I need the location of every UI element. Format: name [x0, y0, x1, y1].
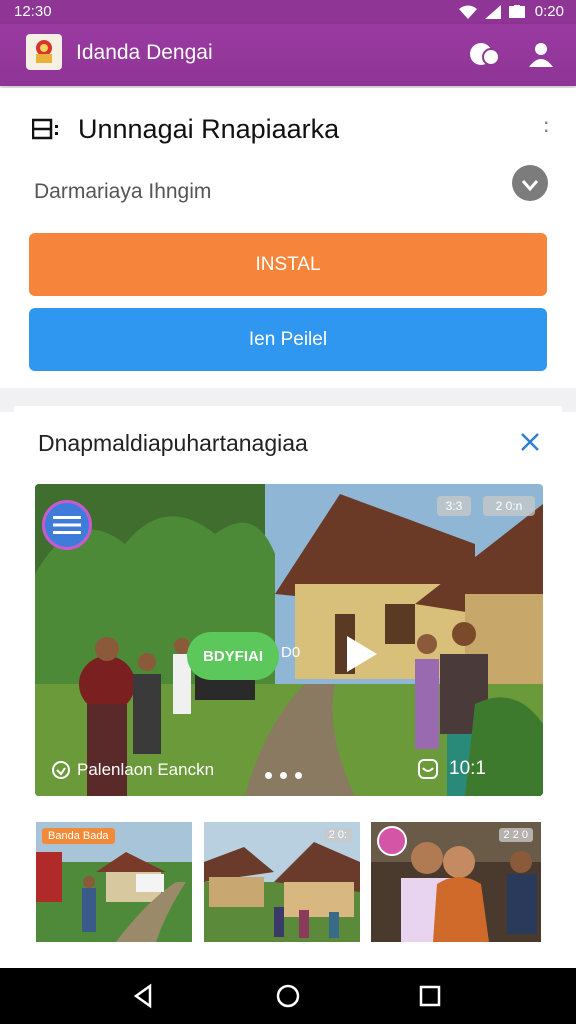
media-card: Dnapmaldiapuhartanagiaa 3:3 2 0:n BDYFIA…	[14, 406, 562, 966]
close-icon[interactable]	[518, 430, 542, 454]
chat-icon	[470, 43, 499, 66]
status-time: 12:30	[14, 3, 52, 20]
status-time-right: 0:20	[534, 3, 564, 20]
app-title: Idanda Dengai	[76, 41, 213, 64]
install-button[interactable]: INSTAL	[29, 233, 547, 296]
status-icons: 0:20	[458, 3, 564, 20]
account-icon-button[interactable]	[525, 38, 557, 70]
app-bar: Idanda Dengai	[0, 24, 576, 86]
menu-icon[interactable]	[42, 500, 92, 550]
hero-caption: Palenlaon Eanckn	[51, 760, 214, 780]
signal-icon	[484, 4, 501, 19]
app-logo[interactable]	[26, 34, 62, 70]
home-icon[interactable]	[274, 982, 302, 1010]
thumbnail-count: 2 2 0	[498, 828, 533, 842]
thumbnail-1[interactable]: Banda Bada	[36, 822, 192, 942]
play-icon[interactable]	[347, 636, 377, 672]
chat-icon-button[interactable]	[468, 38, 500, 70]
hero-pill-button[interactable]: BDYFIAI	[187, 632, 279, 680]
thumbnail-count: 2 0:	[323, 828, 352, 842]
hero-caption-text: Palenlaon Eanckn	[77, 760, 215, 779]
secondary-button[interactable]: Ien Peilel	[29, 308, 547, 371]
village-scene-image	[35, 484, 543, 796]
thumbnail-badge: Banda Bada	[42, 828, 115, 844]
account-icon	[529, 43, 553, 67]
hero-video[interactable]: 3:3 2 0:n BDYFIAI D0 Palenlaon Eanckn 10…	[35, 484, 543, 796]
section-title: Dnapmaldiapuhartanagiaa	[38, 430, 308, 456]
hero-meta: 10:1	[417, 758, 486, 780]
battery-icon	[508, 4, 525, 18]
temple-logo-icon	[36, 40, 52, 63]
grid-icon	[32, 118, 58, 140]
app-subtitle: Darmariaya Ihngim	[34, 180, 212, 203]
hero-badge-a: 3:3	[437, 496, 471, 516]
app-info-card: Unnnagai Rnapiaarka · · Darmariaya Ihngim…	[0, 88, 576, 388]
status-bar: 12:30 0:20	[0, 0, 576, 24]
shield-icon	[418, 759, 438, 779]
app-name: Unnnagai Rnapiaarka	[78, 114, 340, 144]
hero-pill-side-text: D0	[281, 644, 301, 661]
back-icon[interactable]	[130, 982, 158, 1010]
avatar[interactable]	[377, 826, 407, 856]
recents-icon[interactable]	[416, 982, 444, 1010]
thumbnail-3[interactable]: 2 2 0	[371, 822, 541, 942]
hero-meta-count: 10:1	[449, 758, 486, 779]
thumbnail-2[interactable]: 2 0:	[204, 822, 360, 942]
carousel-dots[interactable]	[265, 772, 302, 779]
wifi-icon	[458, 5, 477, 19]
hero-badge-b: 2 0:n	[483, 496, 535, 516]
system-nav-bar	[0, 968, 576, 1024]
location-pin-icon	[52, 761, 70, 779]
chat-bubble-icon[interactable]	[512, 165, 548, 201]
more-options-icon[interactable]: · ·	[543, 111, 550, 141]
